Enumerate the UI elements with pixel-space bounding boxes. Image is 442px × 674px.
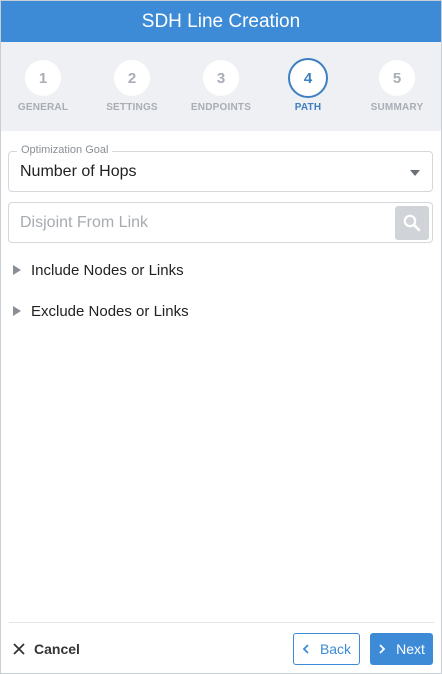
dialog-title: SDH Line Creation: [141, 10, 301, 32]
optimization-goal-value: Number of Hops: [20, 163, 137, 180]
next-button[interactable]: Next: [370, 633, 433, 665]
step-label: ENDPOINTS: [190, 102, 252, 113]
close-icon: [13, 643, 25, 655]
step-number: 5: [379, 60, 415, 96]
step-path[interactable]: 4 PATH: [263, 58, 353, 120]
back-button[interactable]: Back: [293, 633, 360, 665]
step-number: 4: [288, 58, 328, 98]
footer-divider: [9, 622, 434, 623]
optimization-goal-select[interactable]: Optimization Goal Number of Hops: [8, 144, 433, 192]
step-number: 2: [114, 60, 150, 96]
step-general[interactable]: 1 GENERAL: [0, 60, 88, 120]
step-number: 1: [25, 60, 61, 96]
disjoint-from-link-input[interactable]: [10, 204, 390, 241]
search-icon: [403, 214, 421, 232]
disjoint-from-link-field: [8, 202, 433, 243]
step-label: SETTINGS: [106, 102, 158, 113]
step-label: GENERAL: [17, 102, 69, 113]
include-nodes-expander[interactable]: Include Nodes or Links: [13, 258, 184, 282]
dialog-window: SDH Line Creation 1 GENERAL 2 SETTINGS 3…: [0, 0, 442, 674]
dialog-titlebar: SDH Line Creation: [1, 1, 441, 42]
step-settings[interactable]: 2 SETTINGS: [87, 60, 177, 120]
wizard-stepper: 1 GENERAL 2 SETTINGS 3 ENDPOINTS 4 PATH …: [1, 42, 441, 131]
chevron-left-icon: [302, 644, 310, 654]
chevron-down-icon: [410, 170, 420, 176]
exclude-nodes-label: Exclude Nodes or Links: [31, 302, 189, 320]
back-label: Back: [319, 641, 352, 657]
step-label: SUMMARY: [370, 102, 424, 113]
triangle-right-icon: [13, 265, 21, 275]
search-button[interactable]: [395, 206, 429, 240]
step-label: PATH: [294, 102, 322, 113]
cancel-button[interactable]: Cancel: [13, 636, 80, 662]
next-label: Next: [396, 641, 425, 657]
step-summary[interactable]: 5 SUMMARY: [352, 60, 442, 120]
include-nodes-label: Include Nodes or Links: [31, 261, 184, 279]
chevron-right-icon: [378, 644, 386, 654]
step-number: 3: [203, 60, 239, 96]
exclude-nodes-expander[interactable]: Exclude Nodes or Links: [13, 299, 189, 323]
cancel-label: Cancel: [34, 641, 80, 657]
triangle-right-icon: [13, 306, 21, 316]
optimization-goal-label: Optimization Goal: [17, 144, 113, 156]
step-endpoints[interactable]: 3 ENDPOINTS: [176, 60, 266, 120]
